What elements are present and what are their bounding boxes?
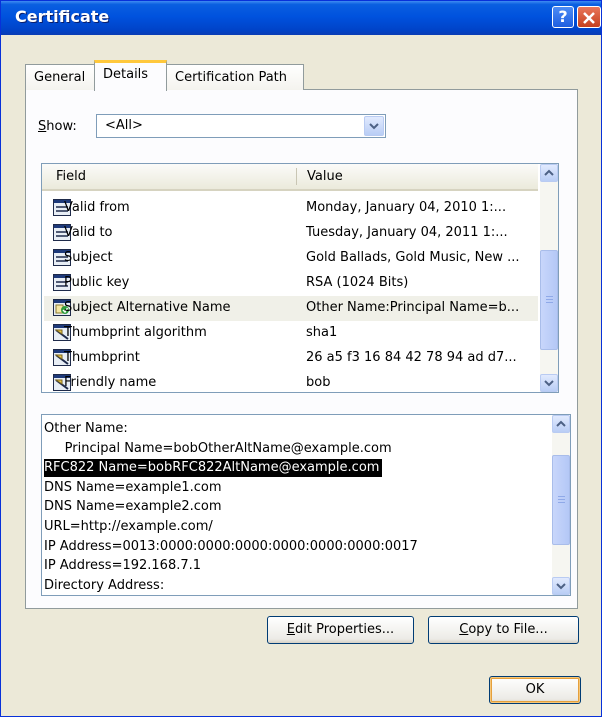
- detail-line: DNS Name=example1.com: [44, 479, 222, 495]
- field-value: sha1: [306, 325, 338, 340]
- table-row[interactable]: Valid to Tuesday, January 04, 2011 1:...: [44, 221, 538, 246]
- scroll-thumb[interactable]: [552, 455, 570, 545]
- field-name: Public key: [64, 275, 130, 290]
- ok-button[interactable]: OK: [489, 676, 581, 704]
- field-value: bob: [306, 375, 331, 390]
- column-header-value[interactable]: Value: [307, 169, 343, 184]
- field-name: Valid to: [64, 225, 113, 240]
- chevron-up-icon: [544, 169, 554, 176]
- edit-properties-button[interactable]: Edit Properties...: [267, 616, 414, 644]
- fields-list-header: Field Value: [42, 164, 538, 191]
- field-value: Tuesday, January 04, 2011 1:...: [306, 225, 508, 240]
- field-detail-textbox[interactable]: Other Name: Principal Name=bobOtherAltNa…: [41, 414, 571, 596]
- detail-line: IP Address=0013:0000:0000:0000:0000:0000…: [44, 538, 418, 554]
- column-divider[interactable]: [296, 168, 297, 185]
- detail-scrollbar[interactable]: [552, 415, 570, 595]
- show-label: Show:: [38, 119, 77, 134]
- fields-list[interactable]: Field Value Valid from Monday, January 04…: [41, 163, 559, 393]
- edit-properties-mnemonic: E: [286, 622, 295, 637]
- chevron-up-icon: [556, 420, 566, 427]
- scroll-down-button[interactable]: [552, 577, 570, 595]
- close-icon: [583, 12, 595, 24]
- table-row[interactable]: Valid from Monday, January 04, 2010 1:...: [44, 196, 538, 221]
- certificate-dialog: Certificate ? General Details Certificat…: [0, 0, 602, 717]
- chevron-down-icon: [369, 123, 379, 130]
- tab-details[interactable]: Details: [94, 60, 167, 91]
- field-name: Thumbprint algorithm: [64, 325, 207, 340]
- help-button[interactable]: ?: [552, 6, 574, 28]
- field-name: Subject: [64, 250, 113, 265]
- detail-line: Directory Address:: [44, 577, 165, 593]
- chevron-down-icon: [556, 583, 566, 590]
- copy-to-file-label: opy to File...: [468, 622, 548, 637]
- copy-to-file-mnemonic: C: [459, 622, 469, 637]
- scroll-up-button[interactable]: [540, 164, 558, 182]
- scroll-thumb[interactable]: [540, 250, 558, 350]
- field-value: Gold Ballads, Gold Music, New ...: [306, 250, 520, 265]
- title-bar[interactable]: Certificate ?: [1, 1, 601, 35]
- table-row[interactable]: Thumbprint algorithm sha1: [44, 321, 538, 346]
- scroll-down-button[interactable]: [540, 374, 558, 392]
- show-dropdown[interactable]: <All>: [96, 114, 386, 138]
- show-label-text: how:: [46, 119, 77, 134]
- table-row[interactable]: Thumbprint 26 a5 f3 16 84 42 78 94 ad d7.…: [44, 346, 538, 371]
- detail-line: Other Name:: [44, 421, 128, 436]
- detail-line: IP Address=192.168.7.1: [44, 558, 202, 574]
- field-name: Friendly name: [64, 375, 157, 390]
- copy-to-file-button[interactable]: Copy to File...: [428, 616, 579, 644]
- detail-line: Principal Name=bobOtherAltName@example.c…: [44, 440, 392, 456]
- show-dropdown-value: <All>: [105, 118, 143, 133]
- detail-line: URL=http://example.com/: [44, 519, 213, 534]
- tab-certification-path[interactable]: Certification Path: [166, 64, 304, 90]
- fields-list-scrollbar[interactable]: [540, 164, 558, 392]
- edit-properties-label: dit Properties...: [295, 622, 395, 637]
- field-value: 26 a5 f3 16 84 42 78 94 ad d7...: [306, 350, 517, 365]
- field-name: Subject Alternative Name: [64, 300, 231, 315]
- chevron-down-icon: [544, 380, 554, 387]
- field-name: Valid from: [64, 200, 130, 215]
- table-row[interactable]: Subject Gold Ballads, Gold Music, New ...: [44, 246, 538, 271]
- window-title: Certificate: [15, 7, 110, 26]
- close-button[interactable]: [577, 6, 601, 28]
- tab-general[interactable]: General: [25, 64, 95, 90]
- detail-line: DNS Name=example2.com: [44, 499, 222, 515]
- table-row[interactable]: Public key RSA (1024 Bits): [44, 271, 538, 296]
- table-row[interactable]: Friendly name bob: [44, 371, 538, 392]
- field-value: Other Name:Principal Name=b...: [306, 300, 520, 315]
- field-value: Monday, January 04, 2010 1:...: [306, 200, 507, 215]
- table-row[interactable]: Subject Alternative Name Other Name:Princ…: [44, 296, 538, 321]
- field-name: Thumbprint: [64, 350, 140, 365]
- field-value: RSA (1024 Bits): [306, 275, 409, 290]
- column-header-field[interactable]: Field: [56, 169, 86, 184]
- detail-line-selected: RFC822 Name=bobRFC822AltName@example.com: [44, 459, 383, 478]
- show-dropdown-button[interactable]: [364, 116, 384, 136]
- scroll-up-button[interactable]: [552, 415, 570, 433]
